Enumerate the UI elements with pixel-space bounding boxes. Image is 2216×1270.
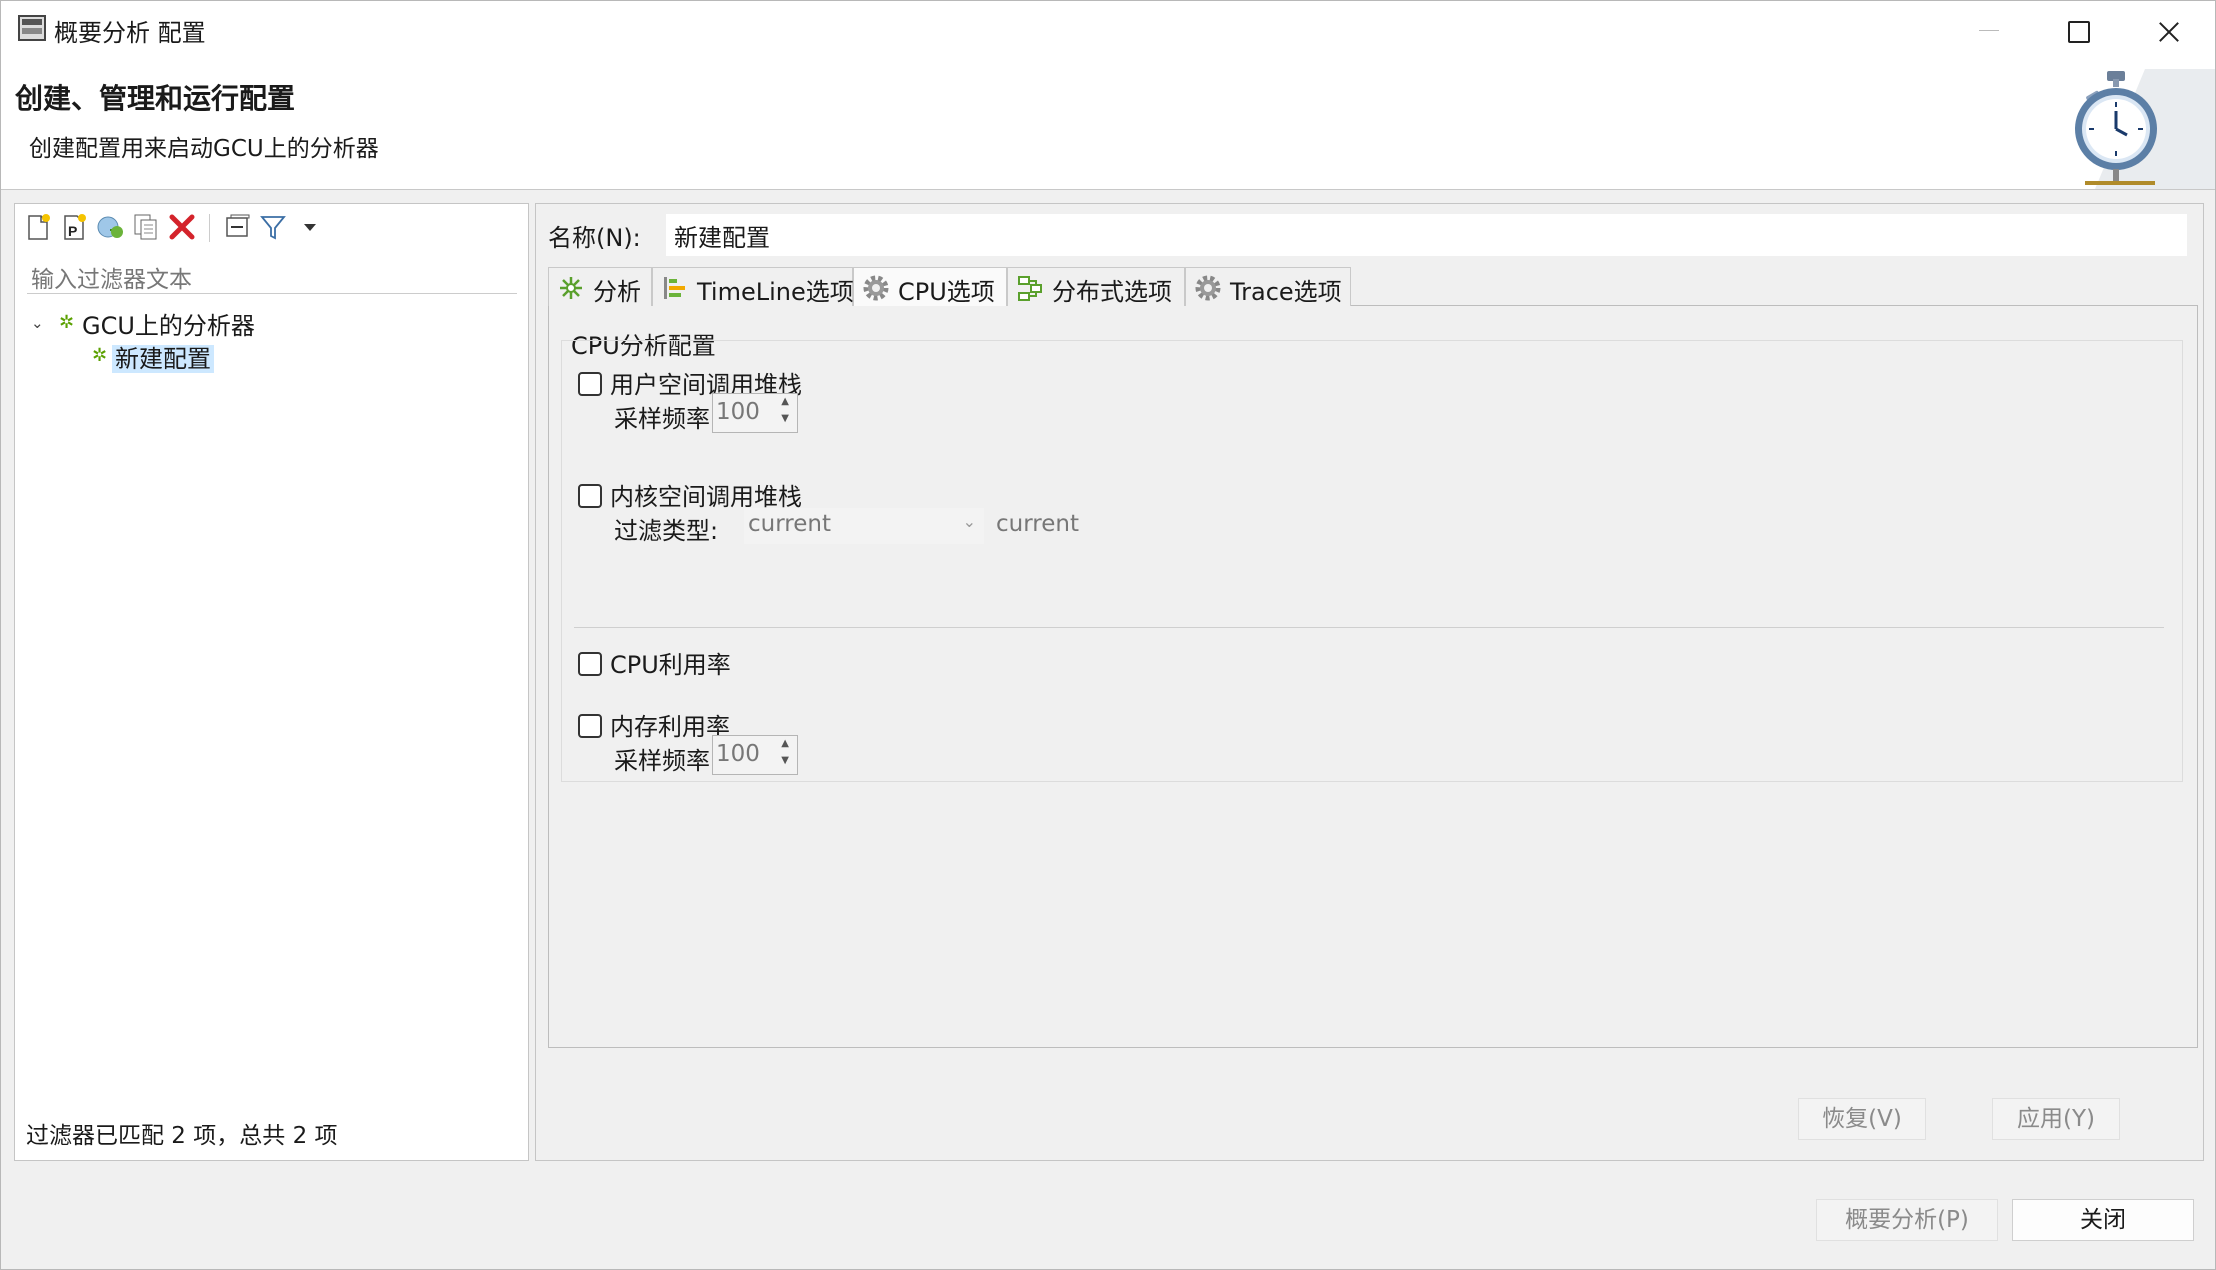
distributed-icon: [1018, 276, 1042, 301]
user-stack-rate-value: 100: [716, 399, 760, 425]
user-stack-box[interactable]: [578, 372, 602, 396]
launch-config-dialog: 概要分析 配置 创建、管理和运行配置 创建配置用来启动GCU上的分析器 P 输入…: [0, 0, 2216, 1270]
filter-type-label: 过滤类型:: [614, 517, 719, 545]
timeline-icon: [664, 277, 685, 299]
tab-distributed[interactable]: 分布式选项: [1007, 267, 1185, 307]
filter-status: 过滤器已匹配 2 项，总共 2 项: [26, 1123, 338, 1149]
kernel-stack-label: 内核空间调用堆栈: [610, 483, 802, 511]
profile-button[interactable]: 概要分析(P): [1816, 1199, 1998, 1241]
mem-rate-spinner[interactable]: 100 ▲ ▼: [712, 735, 798, 775]
banner-title: 创建、管理和运行配置: [15, 82, 296, 115]
tab-strip: 分析 TimeLine选项 CPU选项 分布式选项 Trace选项: [548, 264, 2198, 307]
chevron-down-icon[interactable]: ⌄: [31, 314, 44, 332]
tab-timeline-label: TimeLine选项: [697, 278, 854, 306]
tab-cpu-label: CPU选项: [898, 278, 995, 306]
close-button[interactable]: 关闭: [2012, 1199, 2194, 1241]
cpu-usage-checkbox[interactable]: CPU利用率: [578, 645, 731, 680]
filter-icon[interactable]: [259, 212, 289, 242]
collapse-all-icon[interactable]: [223, 212, 253, 242]
cpu-usage-box[interactable]: [578, 652, 602, 676]
toolbar-separator: [209, 214, 210, 242]
title-bar: 概要分析 配置: [1, 1, 2215, 59]
config-list-panel: P 输入过滤器文本 ⌄ ✲ GCU上的分析器 ✲ 新建配置 过滤器已匹配 2 项…: [14, 203, 529, 1161]
window-title: 概要分析 配置: [54, 19, 206, 47]
spin-up-icon[interactable]: ▲: [781, 396, 789, 407]
name-field[interactable]: [666, 214, 2187, 256]
apply-button[interactable]: 应用(Y): [1992, 1098, 2120, 1140]
trace-gear-icon: [1195, 275, 1221, 301]
tab-cpu[interactable]: CPU选项: [853, 267, 1007, 307]
tab-timeline[interactable]: TimeLine选项: [652, 267, 854, 307]
filter-type-current: current: [996, 511, 1079, 537]
tab-trace[interactable]: Trace选项: [1185, 267, 1351, 307]
maximize-button[interactable]: [2031, 1, 2121, 59]
new-prototype-icon[interactable]: P: [59, 212, 89, 242]
cpu-gear-icon: [863, 275, 889, 301]
revert-button[interactable]: 恢复(V): [1798, 1098, 1926, 1140]
header-banner: 创建、管理和运行配置 创建配置用来启动GCU上的分析器: [1, 59, 2215, 190]
kernel-stack-box[interactable]: [578, 484, 602, 508]
stopwatch-icon: [2075, 69, 2215, 189]
svg-text:P: P: [68, 223, 77, 239]
group-separator: [574, 627, 2164, 628]
tree-item-new-config-label: 新建配置: [112, 345, 214, 373]
analyzer-type-icon: ✲: [59, 312, 75, 333]
user-stack-rate-label: 采样频率:: [614, 405, 719, 433]
tab-trace-label: Trace选项: [1230, 278, 1342, 306]
spin-down-icon[interactable]: ▼: [781, 413, 789, 424]
tree-item-gcu-analyzer[interactable]: GCU上的分析器: [82, 306, 255, 341]
tab-distributed-label: 分布式选项: [1052, 278, 1172, 306]
config-icon: ✲: [92, 345, 108, 366]
filter-input[interactable]: 输入过滤器文本: [27, 254, 517, 294]
mem-usage-box[interactable]: [578, 714, 602, 738]
spin-up-icon[interactable]: ▲: [781, 738, 789, 749]
delete-config-icon[interactable]: [167, 212, 197, 242]
user-stack-rate-spinner[interactable]: 100 ▲ ▼: [712, 393, 798, 433]
tab-analysis-label: 分析: [593, 278, 641, 306]
mem-rate-label: 采样频率:: [614, 747, 719, 775]
cpu-options-page: CPU分析配置 用户空间调用堆栈 采样频率: 100 ▲ ▼ 内核空间调用堆栈 …: [548, 306, 2198, 1048]
analysis-icon: [560, 277, 582, 299]
close-window-button[interactable]: [2121, 1, 2211, 59]
mem-usage-checkbox[interactable]: 内存利用率: [578, 707, 730, 742]
filter-type-select[interactable]: current ⌄: [744, 508, 984, 544]
minimize-button[interactable]: [1941, 1, 2031, 59]
filter-type-value: current: [748, 511, 831, 537]
mem-rate-value: 100: [716, 741, 760, 767]
app-icon: [18, 15, 46, 41]
name-label: 名称(N):: [548, 224, 641, 252]
duplicate-config-icon[interactable]: [131, 212, 161, 242]
view-menu-icon[interactable]: [295, 212, 325, 242]
cpu-usage-label: CPU利用率: [610, 651, 731, 679]
chevron-down-icon: ⌄: [962, 512, 976, 531]
tab-analysis[interactable]: 分析: [548, 267, 652, 307]
new-config-icon[interactable]: [23, 212, 53, 242]
spin-down-icon[interactable]: ▼: [781, 755, 789, 766]
kernel-stack-checkbox[interactable]: 内核空间调用堆栈: [578, 477, 802, 512]
export-config-icon[interactable]: [95, 212, 125, 242]
tree-item-new-config[interactable]: 新建配置: [112, 339, 214, 374]
config-editor-panel: 名称(N): 分析 TimeLine选项: [535, 203, 2204, 1161]
banner-subtitle: 创建配置用来启动GCU上的分析器: [29, 136, 379, 162]
cpu-analysis-group: 用户空间调用堆栈 采样频率: 100 ▲ ▼ 内核空间调用堆栈 过滤类型: cu…: [561, 340, 2183, 782]
